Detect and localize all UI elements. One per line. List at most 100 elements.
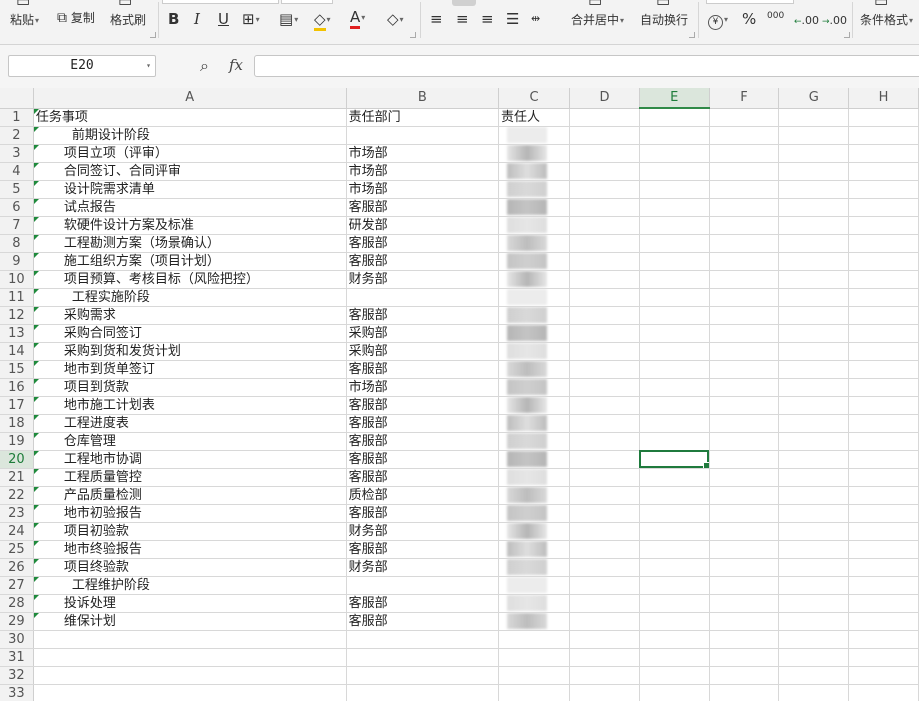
cell-g[interactable]: [778, 576, 850, 595]
font-name-box[interactable]: [162, 0, 279, 4]
row-header[interactable]: 10: [0, 270, 34, 289]
row-header[interactable]: 21: [0, 468, 34, 487]
row-header[interactable]: 19: [0, 432, 34, 451]
cell-d[interactable]: [569, 486, 640, 505]
font-color-button[interactable]: A▾: [350, 8, 365, 29]
cell-d[interactable]: [569, 468, 640, 487]
wrap-text-button[interactable]: 自动换行: [640, 12, 688, 28]
cell-h[interactable]: [848, 180, 919, 199]
cell-b[interactable]: 客服部: [346, 612, 499, 631]
cell-e[interactable]: [639, 126, 710, 145]
cell-a[interactable]: 采购到货和发货计划: [33, 342, 347, 361]
cell-a[interactable]: 工程进度表: [33, 414, 347, 433]
cell-h[interactable]: [848, 666, 919, 685]
border-icon[interactable]: ⊞▾: [242, 10, 260, 29]
cell-g[interactable]: [778, 270, 850, 289]
cell-g[interactable]: [778, 342, 850, 361]
cell-b[interactable]: [346, 648, 499, 667]
name-box[interactable]: E20 ▾: [8, 55, 156, 77]
cell-c[interactable]: [498, 594, 571, 613]
row-header[interactable]: 6: [0, 198, 34, 217]
cell-e[interactable]: [639, 594, 710, 613]
cell-f[interactable]: [709, 684, 780, 701]
cell-f[interactable]: [709, 468, 780, 487]
cell-h[interactable]: [848, 288, 919, 307]
cell-f[interactable]: [709, 450, 780, 469]
cell-c[interactable]: [498, 522, 571, 541]
cell-e[interactable]: [639, 252, 710, 271]
cell-g[interactable]: [778, 450, 850, 469]
align-top-button[interactable]: [452, 0, 476, 6]
row-header[interactable]: 25: [0, 540, 34, 559]
cell-c[interactable]: [498, 576, 571, 595]
cell-b[interactable]: 财务部: [346, 270, 499, 289]
decrease-decimal-button[interactable]: →.00: [822, 12, 847, 31]
cell-a[interactable]: [33, 648, 347, 667]
cell-d[interactable]: [569, 612, 640, 631]
cell-c[interactable]: [498, 558, 571, 577]
cell-g[interactable]: [778, 144, 850, 163]
cell-a[interactable]: 项目初验款: [33, 522, 347, 541]
zoom-icon[interactable]: ⌕: [200, 57, 209, 75]
cell-h[interactable]: [848, 612, 919, 631]
cell-a[interactable]: 产品质量检测: [33, 486, 347, 505]
underline-button[interactable]: U: [218, 10, 229, 28]
row-header[interactable]: 33: [0, 684, 34, 701]
cell-g[interactable]: [778, 360, 850, 379]
cell-a[interactable]: 工程地市协调: [33, 450, 347, 469]
cell-a[interactable]: 任务事项: [33, 108, 347, 127]
cell-d[interactable]: [569, 414, 640, 433]
cell-g[interactable]: [778, 288, 850, 307]
cell-d[interactable]: [569, 522, 640, 541]
cell-g[interactable]: [778, 684, 850, 701]
cell-a[interactable]: 投诉处理: [33, 594, 347, 613]
align-left-icon[interactable]: ≡: [430, 10, 443, 28]
row-header[interactable]: 30: [0, 630, 34, 649]
cell-f[interactable]: [709, 630, 780, 649]
cell-c[interactable]: [498, 252, 571, 271]
cell-a[interactable]: 前期设计阶段: [33, 126, 347, 145]
cell-d[interactable]: [569, 648, 640, 667]
cell-c[interactable]: [498, 630, 571, 649]
cell-e[interactable]: [639, 486, 710, 505]
cell-f[interactable]: [709, 522, 780, 541]
cell-b[interactable]: 客服部: [346, 540, 499, 559]
cell-h[interactable]: [848, 504, 919, 523]
cell-h[interactable]: [848, 648, 919, 667]
cell-c[interactable]: [498, 270, 571, 289]
column-header-c[interactable]: C: [498, 88, 571, 109]
cell-f[interactable]: [709, 414, 780, 433]
cell-c[interactable]: [498, 324, 571, 343]
cell-c[interactable]: [498, 198, 571, 217]
cell-e[interactable]: [639, 666, 710, 685]
clipboard-group-expander[interactable]: [150, 32, 156, 38]
cell-d[interactable]: [569, 270, 640, 289]
cell-h[interactable]: [848, 576, 919, 595]
cell-f[interactable]: [709, 558, 780, 577]
cell-c[interactable]: [498, 486, 571, 505]
cell-e[interactable]: [639, 270, 710, 289]
row-header[interactable]: 5: [0, 180, 34, 199]
format-painter-button[interactable]: 格式刷: [110, 12, 146, 28]
cell-a[interactable]: 采购需求: [33, 306, 347, 325]
cell-a[interactable]: 项目到货款: [33, 378, 347, 397]
cell-d[interactable]: [569, 360, 640, 379]
cell-a[interactable]: [33, 666, 347, 685]
formula-input[interactable]: [254, 55, 919, 77]
cell-b[interactable]: 客服部: [346, 468, 499, 487]
cell-f[interactable]: [709, 378, 780, 397]
row-header[interactable]: 12: [0, 306, 34, 325]
cell-a[interactable]: 合同签订、合同评审: [33, 162, 347, 181]
merge-center-button[interactable]: 合并居中▾: [571, 12, 624, 29]
row-header[interactable]: 14: [0, 342, 34, 361]
cell-h[interactable]: [848, 432, 919, 451]
cell-a[interactable]: [33, 684, 347, 701]
cell-d[interactable]: [569, 684, 640, 701]
cell-h[interactable]: [848, 486, 919, 505]
cell-h[interactable]: [848, 450, 919, 469]
row-header[interactable]: 20: [0, 450, 34, 469]
cell-a[interactable]: 采购合同签订: [33, 324, 347, 343]
cell-b[interactable]: 采购部: [346, 342, 499, 361]
row-header[interactable]: 29: [0, 612, 34, 631]
cell-d[interactable]: [569, 594, 640, 613]
